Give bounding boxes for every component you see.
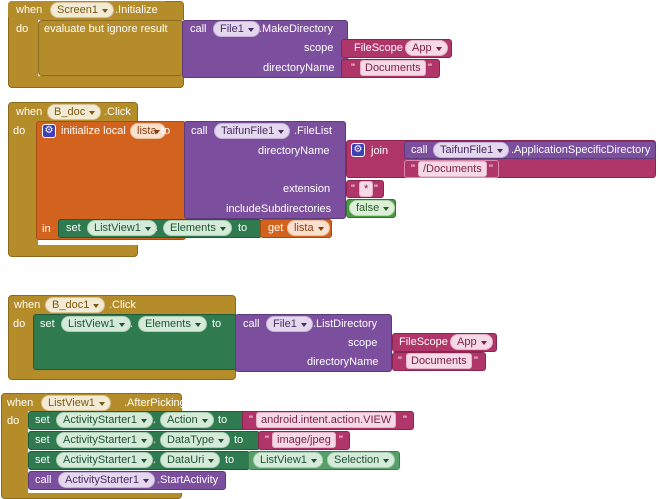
- text-value-image-jpeg[interactable]: image/jpeg: [272, 432, 336, 448]
- text-value-extension[interactable]: *: [359, 181, 374, 197]
- do-keyword: do: [13, 318, 26, 330]
- dot-separator: .: [130, 318, 134, 330]
- boolean-value-dropdown[interactable]: false: [349, 200, 396, 216]
- quote-close: ": [374, 183, 378, 195]
- do-keyword: do: [16, 23, 29, 35]
- component-dropdown-listview1[interactable]: ListView1: [41, 395, 111, 411]
- quote-open: ": [351, 183, 355, 195]
- join-keyword: join: [371, 145, 389, 157]
- dot-separator: .: [153, 414, 157, 426]
- component-dropdown-listview1[interactable]: ListView1: [253, 452, 323, 468]
- quote-open: ": [265, 434, 269, 446]
- in-keyword: in: [42, 223, 51, 235]
- quote-close: ": [474, 355, 478, 367]
- method-name: .MakeDirectory: [259, 23, 333, 35]
- component-dropdown-activitystarter1[interactable]: ActivityStarter1: [56, 412, 153, 428]
- text-value-documents[interactable]: Documents: [360, 60, 426, 76]
- initialize-local-label: initialize local: [61, 125, 126, 137]
- dot-separator: .: [153, 434, 157, 446]
- method-name: .ListDirectory: [313, 318, 378, 330]
- text-value-intent-action[interactable]: android.intent.action.VIEW: [256, 412, 397, 428]
- property-dropdown-datatype[interactable]: DataType: [160, 432, 231, 448]
- dot-separator: .: [153, 454, 157, 466]
- quote-open: ": [351, 62, 355, 74]
- variable-dropdown-lista[interactable]: lista: [287, 220, 330, 236]
- call-keyword: call: [190, 23, 207, 35]
- dot-separator: .: [320, 454, 324, 466]
- directoryname-param-label: directoryName: [307, 356, 379, 368]
- component-dropdown-listview1[interactable]: ListView1: [87, 220, 157, 236]
- dot-separator: .: [155, 222, 159, 234]
- method-name: .ApplicationSpecificDirectory: [511, 144, 651, 156]
- call-keyword: call: [243, 318, 260, 330]
- to-keyword: to: [234, 434, 244, 446]
- component-dropdown-b-doc[interactable]: B_doc: [47, 104, 102, 120]
- component-dropdown-activitystarter1[interactable]: ActivityStarter1: [56, 432, 153, 448]
- filescope-value-dropdown[interactable]: App: [450, 334, 493, 350]
- when-keyword: when: [16, 4, 43, 16]
- when-keyword: when: [16, 106, 43, 118]
- mutator-gear-icon[interactable]: ⚙: [42, 124, 56, 138]
- quote-open: ": [411, 163, 415, 175]
- quote-close: ": [428, 62, 432, 74]
- method-name: .FileList: [294, 125, 332, 137]
- when-keyword: when: [7, 397, 34, 409]
- component-dropdown-taifunfile1[interactable]: TaifunFile1: [433, 142, 510, 158]
- do-keyword: do: [7, 415, 20, 427]
- set-keyword: set: [35, 454, 50, 466]
- text-value-documents[interactable]: Documents: [406, 353, 472, 369]
- component-dropdown-file1[interactable]: File1: [266, 316, 313, 332]
- directoryname-param-label: directoryName: [258, 145, 330, 157]
- do-keyword: do: [13, 125, 26, 137]
- extension-param-label: extension: [283, 183, 331, 195]
- component-dropdown-activitystarter1[interactable]: ActivityStarter1: [58, 472, 155, 488]
- to-keyword: to: [238, 222, 248, 234]
- property-dropdown-elements[interactable]: Elements: [163, 220, 232, 236]
- includesubdirectories-param-label: includeSubdirectories: [226, 203, 332, 215]
- component-dropdown-taifunfile1[interactable]: TaifunFile1: [214, 123, 291, 139]
- quote-close: ": [489, 163, 493, 175]
- property-dropdown-datauri[interactable]: DataUri: [160, 452, 221, 468]
- filescope-label: FileScope: [354, 42, 403, 54]
- scope-param-label: scope: [348, 337, 378, 349]
- set-keyword: set: [35, 414, 50, 426]
- set-keyword: set: [35, 434, 50, 446]
- join-mutator-gear-icon[interactable]: ⚙: [351, 143, 365, 157]
- when-keyword: when: [14, 299, 41, 311]
- component-dropdown-screen1[interactable]: Screen1: [50, 2, 114, 18]
- component-dropdown-b-doc1[interactable]: B_doc1: [45, 297, 106, 313]
- evaluate-ignore-label: evaluate but ignore result: [44, 23, 168, 35]
- quote-open: ": [249, 414, 253, 426]
- call-keyword: call: [411, 144, 428, 156]
- filescope-label: FileScope: [399, 336, 448, 348]
- component-dropdown-activitystarter1[interactable]: ActivityStarter1: [56, 452, 153, 468]
- property-dropdown-selection[interactable]: Selection: [327, 452, 396, 468]
- scope-param-label: scope: [304, 42, 334, 54]
- set-keyword: set: [40, 318, 55, 330]
- property-dropdown-elements[interactable]: Elements: [138, 316, 207, 332]
- to-keyword: to: [212, 318, 222, 330]
- component-dropdown-listview1[interactable]: ListView1: [61, 316, 131, 332]
- set-keyword: set: [66, 222, 81, 234]
- event-name: .Click: [109, 299, 136, 311]
- get-keyword: get: [268, 222, 284, 234]
- event-name: .AfterPicking: [124, 397, 186, 409]
- to-keyword: to: [225, 454, 235, 466]
- event-name: .Initialize: [115, 4, 158, 16]
- call-keyword: call: [35, 474, 52, 486]
- quote-open: ": [398, 355, 402, 367]
- filescope-value-dropdown[interactable]: App: [405, 40, 448, 56]
- text-value-documents-path[interactable]: /Documents: [418, 161, 487, 177]
- method-name: .StartActivity: [157, 474, 219, 486]
- call-keyword: call: [191, 125, 208, 137]
- quote-close: ": [403, 414, 407, 426]
- component-dropdown-file1[interactable]: File1: [213, 21, 260, 37]
- quote-close: ": [339, 434, 343, 446]
- event-name: .Click: [104, 106, 131, 118]
- to-keyword: to: [161, 125, 171, 137]
- to-keyword: to: [218, 414, 228, 426]
- directoryname-param-label: directoryName: [263, 62, 335, 74]
- property-dropdown-action[interactable]: Action: [160, 412, 214, 428]
